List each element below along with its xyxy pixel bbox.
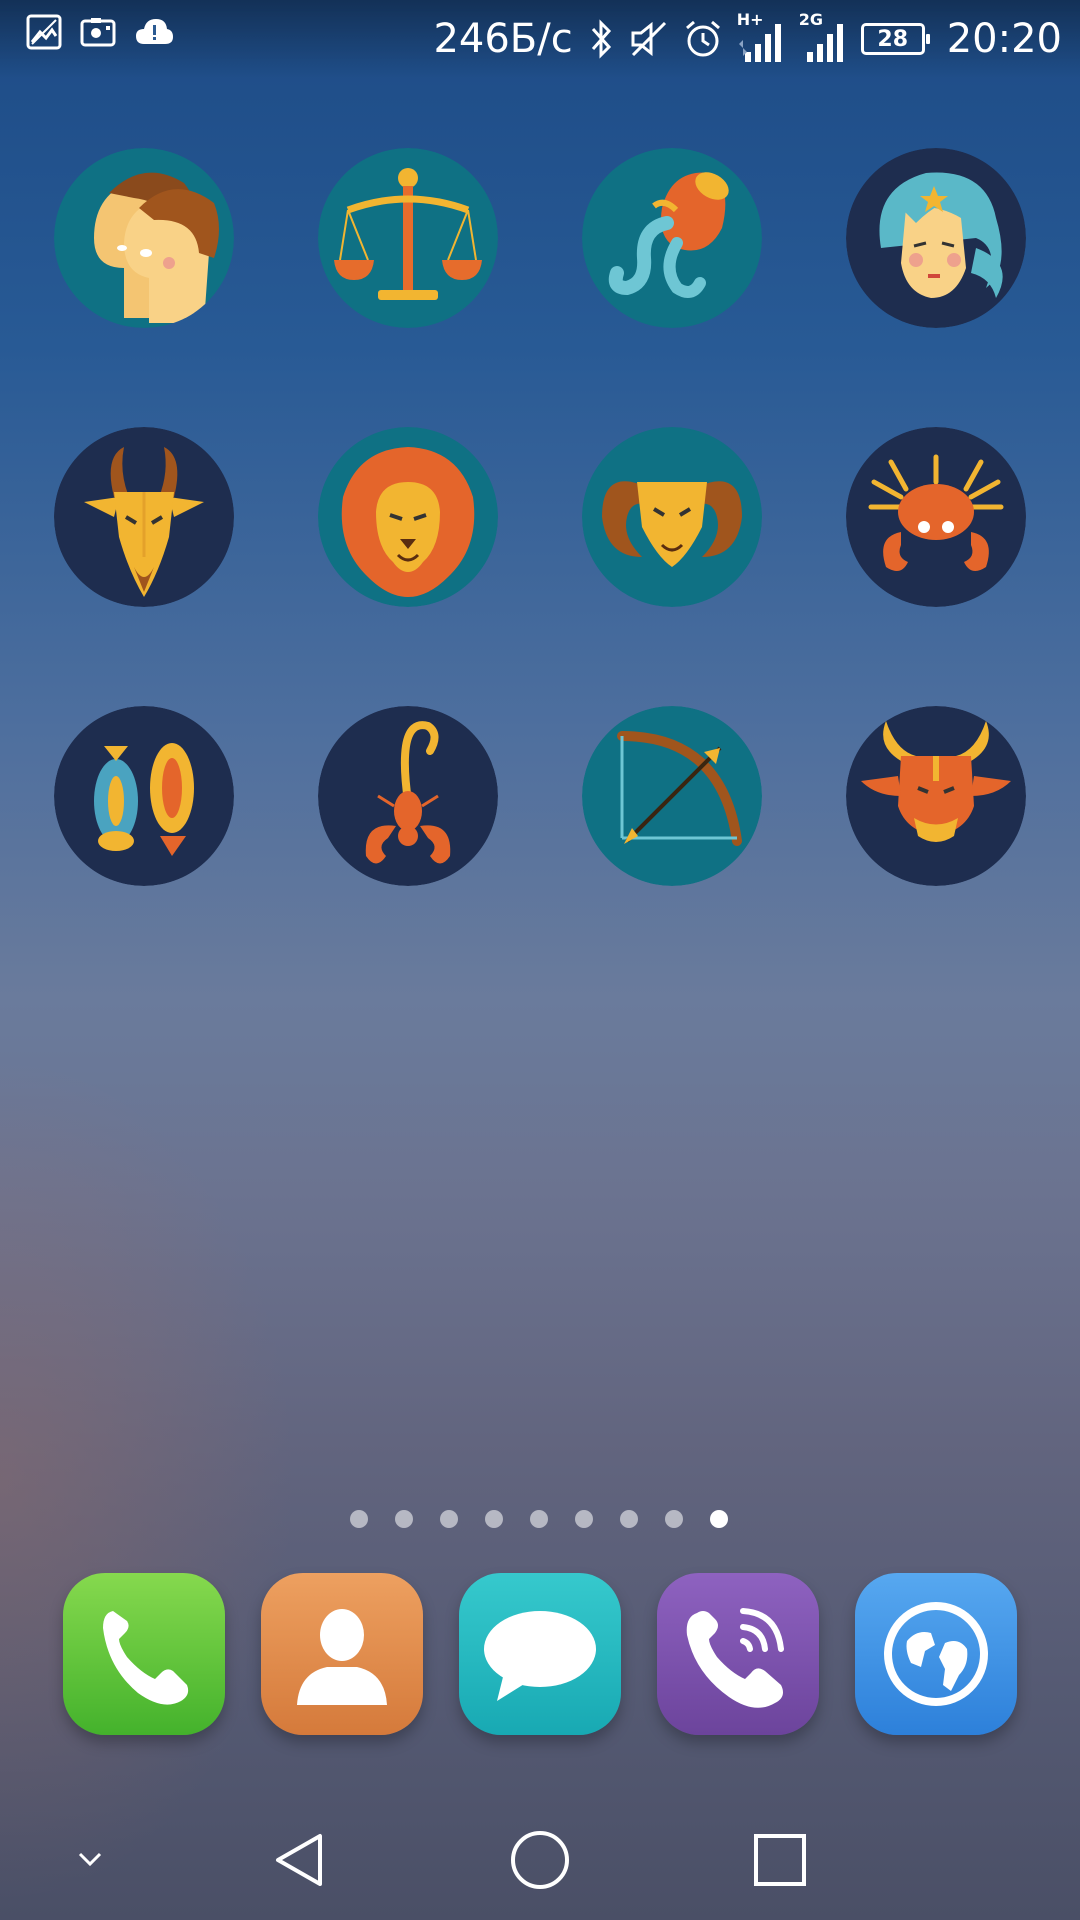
page-dot[interactable]: [485, 1510, 503, 1528]
aquarius-icon[interactable]: [582, 148, 762, 328]
sagittarius-icon[interactable]: [582, 706, 762, 886]
libra-icon[interactable]: [318, 148, 498, 328]
viber-icon: [686, 1608, 784, 1708]
phone-icon: [103, 1611, 189, 1705]
page-dot[interactable]: [575, 1510, 593, 1528]
page-dot[interactable]: [440, 1510, 458, 1528]
cancer-icon[interactable]: [846, 427, 1026, 607]
page-dot[interactable]: [395, 1510, 413, 1528]
contacts-icon: [297, 1609, 387, 1705]
virgo-icon[interactable]: [846, 148, 1026, 328]
page-dot[interactable]: [620, 1510, 638, 1528]
back-button[interactable]: [250, 1800, 350, 1920]
back-icon: [276, 1834, 322, 1886]
browser-icon: [884, 1602, 988, 1706]
leo-icon[interactable]: [318, 427, 498, 607]
page-dot[interactable]: [665, 1510, 683, 1528]
collapse-button[interactable]: [50, 1800, 130, 1920]
page-dot-active[interactable]: [710, 1510, 728, 1528]
pisces-icon[interactable]: [54, 706, 234, 886]
capricorn-icon[interactable]: [54, 427, 234, 607]
recents-icon: [754, 1834, 806, 1886]
collapse-icon: [78, 1852, 102, 1867]
scorpio-icon[interactable]: [318, 706, 498, 886]
messages-icon: [484, 1611, 596, 1701]
messages-app[interactable]: [459, 1573, 621, 1735]
viber-app[interactable]: [657, 1573, 819, 1735]
navigation-bar: [0, 1800, 1080, 1920]
page-dot[interactable]: [530, 1510, 548, 1528]
taurus-icon[interactable]: [846, 706, 1026, 886]
page-indicator: [0, 1510, 1080, 1530]
aries-icon[interactable]: [582, 427, 762, 607]
app-grid: [0, 0, 1080, 900]
recents-button[interactable]: [730, 1800, 830, 1920]
phone-app[interactable]: [63, 1573, 225, 1735]
page-dot[interactable]: [350, 1510, 368, 1528]
contacts-app[interactable]: [261, 1573, 423, 1735]
home-button[interactable]: [490, 1800, 590, 1920]
browser-app[interactable]: [855, 1573, 1017, 1735]
home-icon: [511, 1831, 569, 1889]
gemini-icon[interactable]: [54, 148, 234, 328]
